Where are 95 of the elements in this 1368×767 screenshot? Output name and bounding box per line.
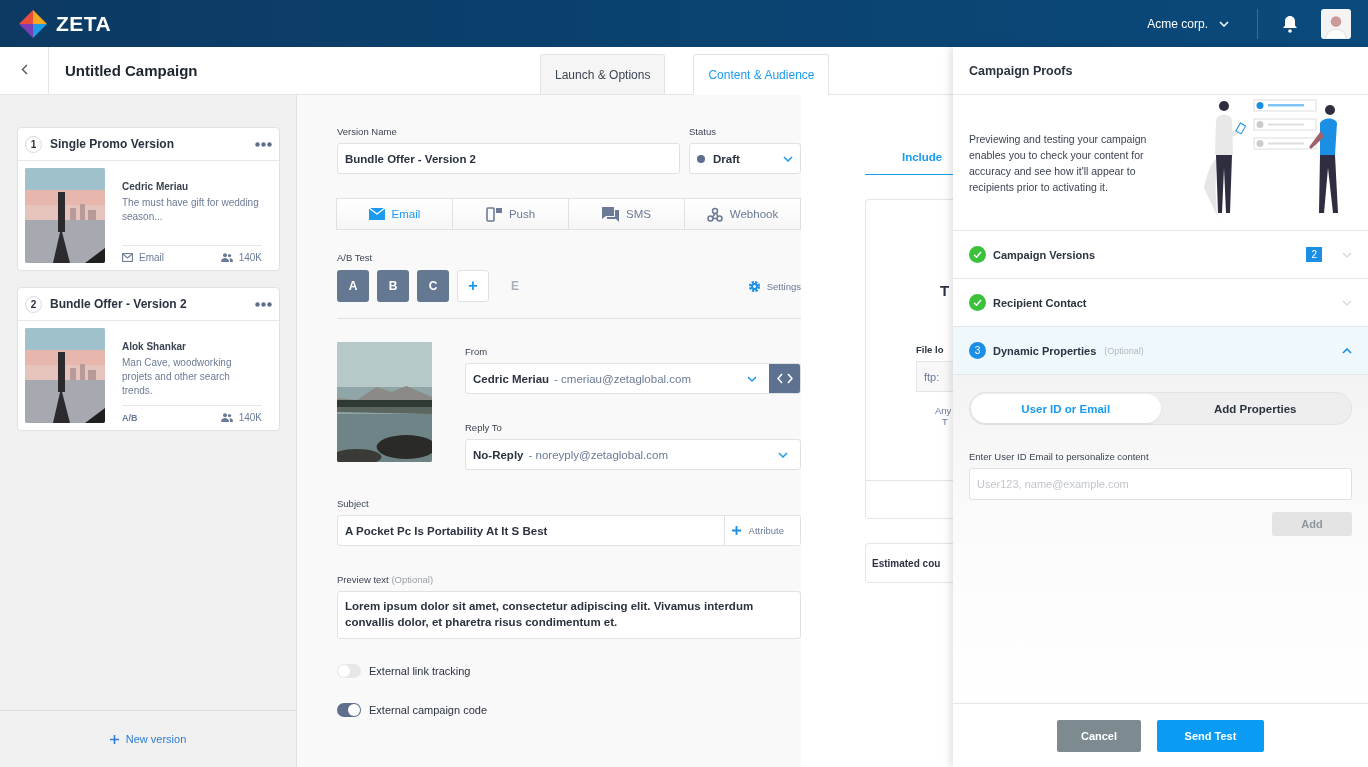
chevron-down-icon bbox=[1342, 251, 1352, 258]
channel-tab[interactable]: Push bbox=[452, 198, 569, 230]
toggle-label: External link tracking bbox=[369, 665, 471, 677]
estimate-label: Estimated cou bbox=[872, 557, 941, 569]
envelope-icon bbox=[368, 208, 385, 220]
field-label: A/B Test bbox=[337, 252, 374, 263]
field-label: Reply To bbox=[465, 422, 503, 433]
field-label: Version Name bbox=[337, 126, 398, 137]
hint-text: T bbox=[942, 416, 949, 427]
field-label: Subject bbox=[337, 498, 370, 509]
webhook-icon bbox=[706, 206, 723, 222]
gear-icon bbox=[747, 279, 761, 293]
check-icon bbox=[969, 246, 986, 263]
send-test-button[interactable]: Send Test bbox=[1157, 719, 1264, 752]
more-icon[interactable] bbox=[255, 301, 272, 307]
variant-button[interactable]: C bbox=[417, 270, 449, 302]
tab[interactable]: Content & Audience bbox=[693, 54, 830, 95]
field-label: File lo bbox=[916, 344, 945, 355]
section-heading: T bbox=[940, 282, 951, 299]
accordion-header[interactable]: 3 Dynamic Properties (Optional) bbox=[953, 327, 1368, 375]
step-title: Recipient Contact bbox=[993, 296, 1087, 309]
version-card[interactable]: 1 Single Promo Version Cedric Meriau The must have gift for wedding season... Email 140K bbox=[17, 127, 280, 271]
toggle-switch[interactable] bbox=[337, 664, 361, 678]
ab-label: A/B bbox=[122, 412, 138, 423]
hint-text: Any bbox=[935, 405, 953, 416]
count-badge: 2 bbox=[1306, 247, 1322, 262]
version-description: The must have gift for wedding season... bbox=[122, 196, 260, 224]
user-id-field[interactable]: User123, name@example.com bbox=[969, 468, 1352, 500]
account-menu[interactable]: Acme corp. bbox=[1147, 16, 1229, 31]
step-number: 3 bbox=[969, 342, 986, 359]
accordion-header[interactable]: Campaign Versions 2 bbox=[953, 231, 1368, 279]
variant-button[interactable]: A bbox=[337, 270, 369, 302]
chevron-down-icon bbox=[778, 451, 788, 458]
people-icon bbox=[220, 413, 233, 422]
more-icon[interactable] bbox=[255, 141, 272, 147]
field-label: From bbox=[465, 346, 489, 357]
toggle-switch[interactable] bbox=[337, 703, 361, 717]
step-title: Campaign Versions bbox=[993, 248, 1096, 261]
audience-count: 140K bbox=[238, 252, 262, 263]
preview-text-field[interactable]: Lorem ipsum dolor sit amet, consectetur adipiscing elit. Vivamus interdum convallis dolor, et pharetra risus condimentum et. bbox=[337, 591, 801, 639]
channel-tab[interactable]: Email bbox=[336, 198, 453, 230]
chevron-down-icon bbox=[783, 155, 793, 162]
chevron-down-icon bbox=[1219, 20, 1229, 27]
chevron-up-icon bbox=[1342, 347, 1352, 354]
optional-hint: (Optional) bbox=[1104, 345, 1144, 356]
author-name: Alok Shankar bbox=[122, 341, 187, 352]
chat-icon bbox=[602, 206, 620, 222]
audience-count: 140K bbox=[238, 412, 262, 423]
cancel-button[interactable]: Cancel bbox=[1057, 719, 1141, 752]
settings-button[interactable]: Settings bbox=[747, 279, 801, 293]
phone-icon bbox=[485, 206, 502, 222]
version-name-field[interactable]: Bundle Offer - Version 2 bbox=[337, 143, 680, 174]
variant-label: E bbox=[511, 279, 519, 293]
people-icon bbox=[220, 253, 233, 262]
logo-icon bbox=[18, 8, 48, 39]
step-title: Dynamic Properties bbox=[993, 344, 1097, 357]
code-button[interactable] bbox=[769, 364, 800, 393]
brand-name: ZETA bbox=[56, 11, 112, 36]
avatar[interactable] bbox=[1321, 8, 1351, 39]
variant-button[interactable]: B bbox=[377, 270, 409, 302]
segment-tab[interactable]: User ID or Email bbox=[971, 394, 1161, 423]
tab[interactable]: Launch & Options bbox=[540, 54, 666, 94]
version-title: Single Promo Version bbox=[50, 137, 176, 151]
field-label: Status bbox=[689, 126, 717, 137]
check-icon bbox=[969, 294, 986, 311]
intro-text: Previewing and testing your campaign enables you to check your content for accuracy and see how it'll appear to recipients prior to activating it. bbox=[969, 131, 1148, 195]
version-title: Bundle Offer - Version 2 bbox=[50, 297, 188, 311]
chevron-left-icon bbox=[20, 64, 28, 75]
add-variant-button[interactable]: + bbox=[457, 270, 489, 302]
field-label: Preview text bbox=[337, 574, 389, 585]
code-icon bbox=[776, 373, 793, 384]
version-card[interactable]: 2 Bundle Offer - Version 2 Alok Shankar Man Cave, woodworking projets and other search trends. A/B 140K bbox=[17, 287, 280, 431]
page-title: Untitled Campaign bbox=[65, 62, 199, 79]
channel-tab[interactable]: Webhook bbox=[684, 198, 801, 230]
plus-icon bbox=[109, 734, 119, 744]
author-name: Cedric Meriau bbox=[122, 181, 190, 192]
attribute-button[interactable]: Attribute bbox=[723, 516, 800, 545]
field-label: Enter User ID Email to personalize content bbox=[969, 451, 1150, 462]
channel-tab[interactable]: SMS bbox=[568, 198, 685, 230]
subject-field[interactable]: A Pocket Pc Is Portability At It S Best bbox=[345, 524, 724, 537]
panel-title: Campaign Proofs bbox=[969, 63, 1073, 78]
reply-to-dropdown[interactable]: No-Reply - noreyply@zetaglobal.com bbox=[465, 439, 801, 470]
segment-tab[interactable]: Add Properties bbox=[1160, 394, 1350, 423]
status-dot-icon bbox=[697, 154, 705, 163]
chevron-down-icon bbox=[747, 375, 757, 382]
status-dropdown[interactable]: Draft bbox=[689, 143, 801, 174]
file-location-field[interactable]: ftp: bbox=[916, 361, 953, 392]
channel-label: Email bbox=[139, 252, 164, 263]
optional-hint: (Optional) bbox=[391, 574, 434, 585]
notifications-icon[interactable] bbox=[1282, 14, 1298, 33]
toggle-label: External campaign code bbox=[369, 704, 487, 716]
version-description: Man Cave, woodworking projets and other search trends. bbox=[122, 356, 233, 398]
envelope-icon bbox=[122, 253, 133, 262]
plus-icon bbox=[731, 526, 741, 535]
chevron-down-icon bbox=[1342, 299, 1352, 306]
